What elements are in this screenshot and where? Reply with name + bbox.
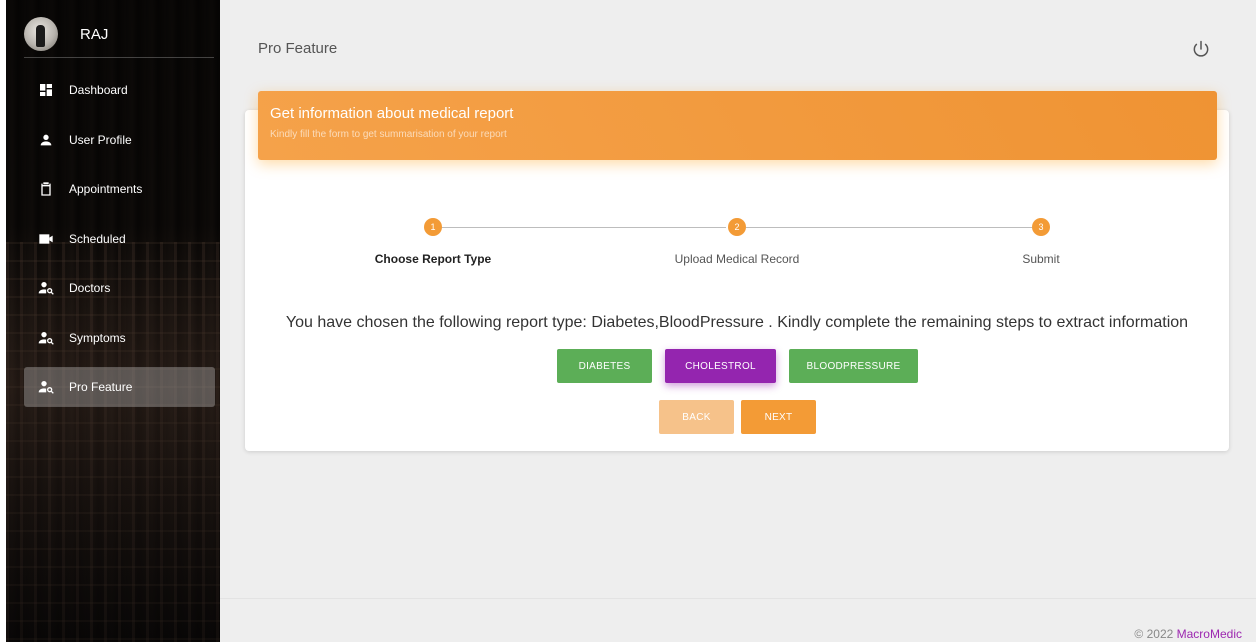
person-icon	[38, 132, 54, 148]
footer-brand-link[interactable]: MacroMedic	[1177, 627, 1242, 641]
dashboard-icon	[38, 82, 54, 98]
avatar[interactable]	[24, 17, 58, 51]
sidebar-item-appointments[interactable]: Appointments	[24, 169, 215, 209]
step-3-indicator[interactable]: 3	[1032, 218, 1050, 236]
copyright-text: © 2022	[1134, 627, 1174, 641]
user-brand[interactable]: RAJ	[24, 14, 108, 54]
card-title: Get information about medical report	[270, 105, 514, 122]
step-2-label[interactable]: Upload Medical Record	[617, 252, 857, 266]
person-search-icon	[38, 379, 54, 395]
video-camera-icon	[38, 231, 54, 247]
sidebar-item-label: Scheduled	[69, 231, 126, 246]
sidebar-item-label: Doctors	[69, 281, 111, 295]
step-2-indicator[interactable]: 2	[728, 218, 746, 236]
person-search-icon	[38, 280, 54, 296]
stepper-connector	[746, 227, 1032, 228]
footer-divider	[220, 598, 1256, 599]
stepper-connector	[441, 227, 726, 228]
chosen-report-message: You have chosen the following report typ…	[285, 314, 1189, 331]
sidebar-item-doctors[interactable]: Doctors	[24, 268, 215, 308]
sidebar-item-label: Dashboard	[69, 83, 128, 97]
sidebar-item-pro-feature[interactable]: Pro Feature	[24, 367, 215, 407]
sidebar-nav: Dashboard User Profile Appointments Sche…	[24, 70, 215, 417]
user-name: RAJ	[80, 25, 109, 43]
sidebar-item-label: User Profile	[69, 132, 132, 147]
report-card	[245, 110, 1229, 451]
cholestrol-button[interactable]: CHOLESTROL	[665, 349, 776, 383]
step-1-indicator[interactable]: 1	[424, 218, 442, 236]
next-button[interactable]: NEXT	[741, 400, 816, 434]
sidebar-divider	[24, 57, 214, 58]
sidebar-item-dashboard[interactable]: Dashboard	[24, 70, 215, 110]
person-search-icon	[38, 330, 54, 346]
sidebar-item-user-profile[interactable]: User Profile	[24, 120, 215, 160]
footer: © 2022 MacroMedic	[1134, 627, 1242, 641]
diabetes-button[interactable]: DIABETES	[557, 349, 652, 383]
sidebar-item-label: Symptoms	[69, 330, 126, 345]
power-icon[interactable]	[1191, 39, 1211, 59]
step-1-label[interactable]: Choose Report Type	[313, 252, 553, 266]
sidebar-item-symptoms[interactable]: Symptoms	[24, 318, 215, 358]
clipboard-icon	[38, 181, 54, 197]
sidebar-item-label: Appointments	[69, 182, 143, 196]
sidebar-item-scheduled[interactable]: Scheduled	[24, 219, 215, 259]
back-button[interactable]: BACK	[659, 400, 734, 434]
step-3-label[interactable]: Submit	[921, 252, 1161, 266]
sidebar: RAJ Dashboard User Profile Appointments	[0, 0, 220, 642]
card-header: Get information about medical report Kin…	[258, 91, 1217, 160]
sidebar-item-label: Pro Feature	[69, 380, 133, 394]
card-subtitle: Kindly fill the form to get summarisatio…	[270, 129, 507, 140]
page-title: Pro Feature	[258, 40, 338, 57]
bloodpressure-button[interactable]: BLOODPRESSURE	[789, 349, 918, 383]
